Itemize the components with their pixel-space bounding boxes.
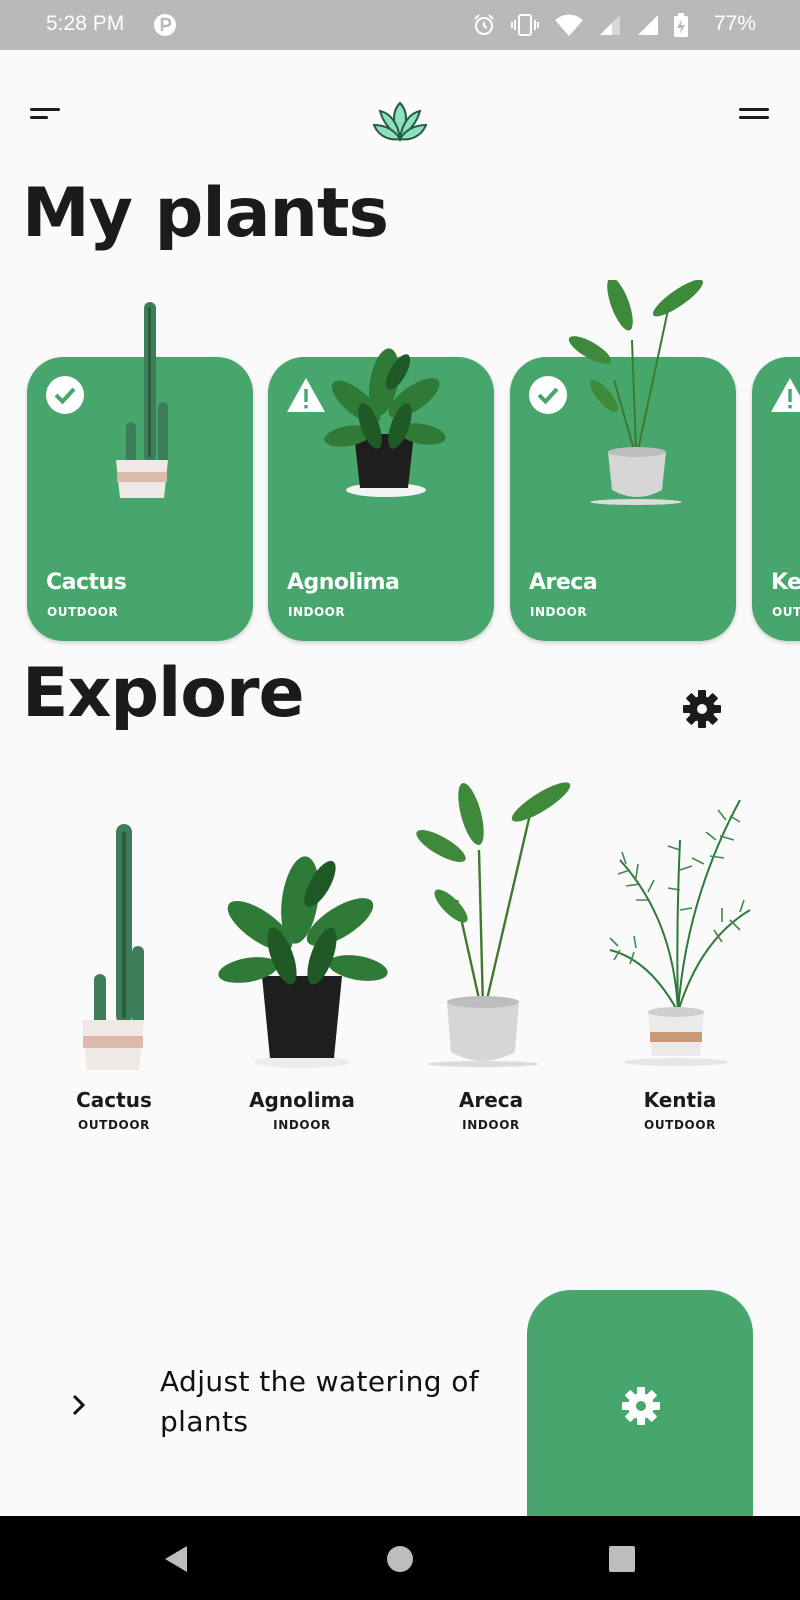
my-plants-carousel[interactable]: Cactus OUTDOOR Agnolima INDOOR Areca IND…: [0, 270, 800, 650]
my-plants-title: My plants: [22, 174, 389, 253]
watering-label: Adjust the watering of plants: [160, 1365, 480, 1438]
plant-card-kentia[interactable]: Kentia OUTDOOR: [752, 357, 800, 641]
check-circle-icon: [46, 376, 84, 414]
explore-title: Explore: [22, 654, 305, 733]
explore-item-location: INDOOR: [462, 1118, 520, 1132]
plant-card-agnolima[interactable]: Agnolima INDOOR: [268, 357, 494, 641]
explore-item-cactus[interactable]: Cactus OUTDOOR: [24, 780, 204, 1140]
battery-charging-icon: [674, 13, 688, 37]
home-circle-icon[interactable]: [383, 1542, 417, 1576]
status-time: 5:28 PM: [46, 12, 125, 35]
alarm-icon: [474, 14, 494, 35]
agnolima-plant-image: [218, 856, 388, 1068]
warning-icon: [287, 378, 325, 412]
card-location: OUTDOOR: [772, 605, 800, 619]
battery-percent: 77%: [713, 12, 756, 35]
card-name: Agnolima: [287, 570, 400, 595]
gear-icon: [622, 1387, 660, 1425]
plant-card-cactus[interactable]: Cactus OUTDOOR: [27, 357, 253, 641]
check-circle-icon: [529, 376, 567, 414]
card-name: Cactus: [46, 570, 127, 595]
signal-icon: [600, 15, 620, 35]
status-icons: [472, 12, 746, 38]
vibrate-icon: [511, 14, 539, 36]
menu-icon[interactable]: [736, 104, 772, 124]
back-triangle-icon[interactable]: [160, 1542, 194, 1576]
card-name: Kentia: [771, 570, 800, 595]
wifi-icon: [555, 14, 583, 36]
status-bar: 5:28 PM 77%: [0, 0, 800, 50]
explore-item-location: INDOOR: [273, 1118, 331, 1132]
explore-item-name: Cactus: [76, 1088, 152, 1112]
menu-short-icon[interactable]: [28, 104, 64, 124]
parking-icon: [154, 14, 176, 36]
card-location: OUTDOOR: [47, 605, 119, 619]
explore-item-location: OUTDOOR: [78, 1118, 150, 1132]
areca-plant-image: [416, 782, 571, 1067]
explore-item-kentia[interactable]: Kentia OUTDOOR: [590, 780, 770, 1140]
kentia-plant-image: [609, 799, 751, 1066]
cactus-plant-image: [82, 824, 144, 1070]
explore-item-areca[interactable]: Areca INDOOR: [401, 780, 581, 1140]
lotus-icon: [372, 101, 428, 142]
signal-icon: [638, 15, 658, 35]
plant-card-areca[interactable]: Areca INDOOR: [510, 357, 736, 641]
explore-item-name: Agnolima: [249, 1088, 355, 1112]
explore-item-name: Areca: [458, 1088, 524, 1112]
card-location: INDOOR: [530, 605, 588, 619]
chevron-right-icon[interactable]: [66, 1390, 92, 1420]
explore-item-location: OUTDOOR: [644, 1118, 716, 1132]
card-location: INDOOR: [288, 605, 346, 619]
warning-icon: [771, 378, 800, 412]
recents-square-icon[interactable]: [605, 1542, 639, 1576]
explore-item-agnolima[interactable]: Agnolima INDOOR: [212, 780, 392, 1140]
gear-icon[interactable]: [682, 689, 722, 729]
card-name: Areca: [529, 570, 598, 595]
navigation-bar: [0, 1516, 800, 1600]
watering-settings-button[interactable]: [527, 1290, 753, 1520]
explore-item-name: Kentia: [643, 1088, 717, 1112]
